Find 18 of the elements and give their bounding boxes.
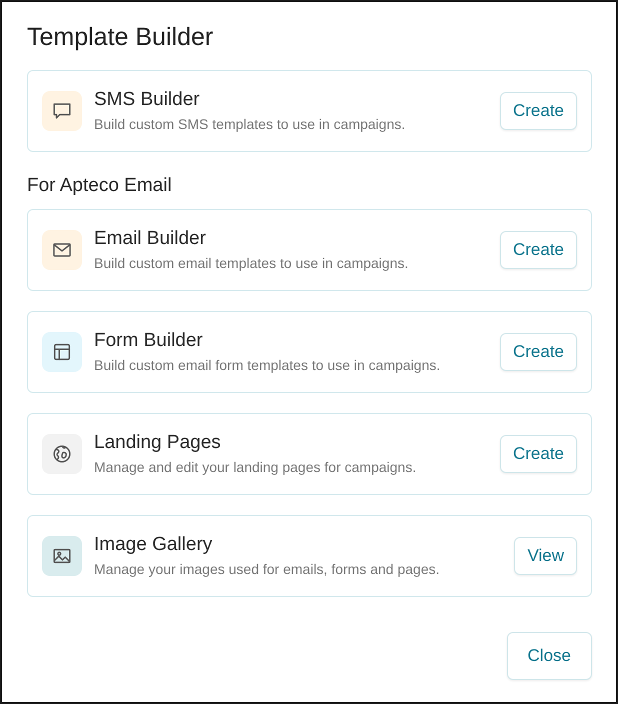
dialog-title: Template Builder bbox=[27, 22, 214, 52]
card-title: Image Gallery bbox=[94, 533, 214, 557]
card-description: Build custom email templates to use in campaigns. bbox=[94, 254, 410, 273]
card-title: SMS Builder bbox=[94, 88, 201, 112]
card-description: Build custom email form templates to use in campaigns. bbox=[94, 356, 442, 375]
action-button[interactable]: Create bbox=[500, 92, 577, 130]
card-title: Form Builder bbox=[94, 329, 204, 353]
action-button[interactable]: View bbox=[514, 537, 577, 575]
card-description: Manage your images used for emails, forms and pages. bbox=[94, 560, 441, 579]
section-heading: For Apteco Email bbox=[27, 174, 173, 197]
close-button[interactable]: Close bbox=[506, 632, 592, 680]
card-title: Email Builder bbox=[94, 227, 207, 251]
action-button[interactable]: Create bbox=[500, 333, 577, 371]
card-description: Build custom SMS templates to use in campaigns. bbox=[94, 115, 406, 134]
action-button[interactable]: Create bbox=[500, 435, 577, 473]
card-title: Landing Pages bbox=[94, 431, 222, 455]
card-description: Manage and edit your landing pages for campaigns. bbox=[94, 458, 418, 477]
action-button[interactable]: Create bbox=[500, 231, 577, 269]
